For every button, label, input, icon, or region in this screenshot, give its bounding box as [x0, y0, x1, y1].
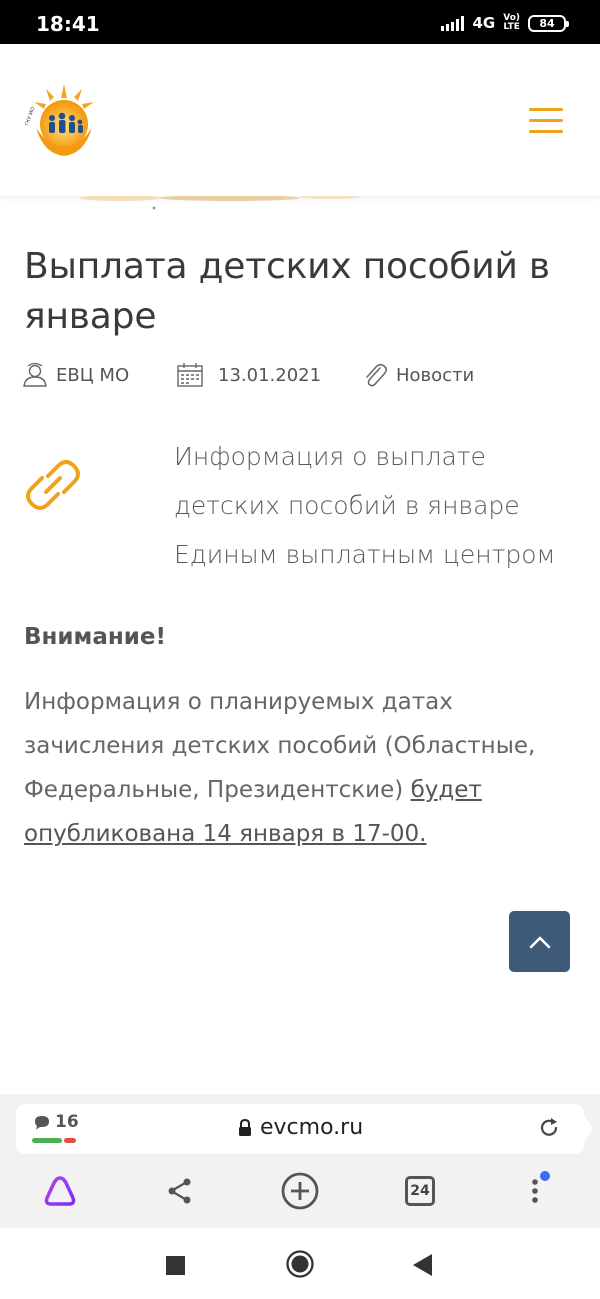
scroll-to-top-button[interactable]	[509, 911, 570, 972]
article-meta: ЕВЦ МО 13.01.2021 Новости	[22, 362, 582, 392]
user-icon	[23, 362, 47, 387]
system-nav-bar	[0, 1228, 600, 1299]
alice-assistant-button[interactable]	[30, 1166, 90, 1216]
site-header: ГКУ МО	[0, 44, 600, 196]
share-icon	[168, 1178, 191, 1204]
status-bar: 18:41 4G Vo) LTE 84	[0, 0, 600, 44]
square-icon	[166, 1256, 185, 1275]
battery-icon: 84	[528, 14, 569, 32]
alice-icon	[44, 1176, 76, 1206]
url-text: evcmo.ru	[260, 1115, 364, 1140]
battery-level: 84	[539, 16, 555, 30]
url-display[interactable]: evcmo.ru	[238, 1115, 363, 1140]
page-title: Выплата детских пособий в январе	[24, 246, 550, 337]
lock-icon	[239, 1118, 251, 1136]
lead-text: Информация о выплате детских пособий в я…	[174, 442, 556, 569]
comments-count: 16	[55, 1112, 79, 1132]
home-circle-icon	[286, 1250, 314, 1278]
category-link[interactable]: Новости	[396, 365, 474, 386]
body-paragraph: Информация о планируемых датах зачислени…	[24, 680, 584, 856]
article-lead: Информация о выплате детских пособий в я…	[0, 432, 600, 592]
back-button[interactable]	[413, 1254, 433, 1281]
tabs-count: 24	[405, 1176, 435, 1206]
meta-date: 13.01.2021	[176, 362, 321, 388]
calendar-icon	[177, 363, 203, 387]
meta-author[interactable]: ЕВЦ МО	[22, 362, 129, 388]
network-type: 4G	[472, 14, 496, 32]
meta-category[interactable]: Новости	[362, 362, 474, 388]
tabs-button[interactable]: 24	[390, 1166, 450, 1216]
status-time: 18:41	[36, 12, 100, 36]
back-triangle-icon	[413, 1254, 432, 1276]
status-icons: 4G Vo) LTE 84	[441, 13, 569, 32]
hamburger-menu-icon[interactable]	[529, 108, 563, 134]
reload-icon[interactable]	[538, 1117, 560, 1144]
publish-date: 13.01.2021	[218, 364, 322, 386]
comments-counter[interactable]: 16	[34, 1112, 79, 1132]
signal-icon	[441, 15, 465, 31]
chevron-up-icon	[529, 936, 550, 948]
evc-sun-family-logo-icon[interactable]: ГКУ МО	[22, 80, 106, 164]
svg-text:ГКУ МО: ГКУ МО	[24, 106, 36, 126]
new-tab-button[interactable]	[270, 1166, 330, 1216]
recent-apps-button[interactable]	[166, 1256, 185, 1280]
attention-heading: Внимание!	[24, 624, 166, 650]
paperclip-icon	[366, 363, 388, 387]
browser-menu-button[interactable]	[510, 1166, 570, 1216]
browser-bar: 16 evcmo.ru 24	[0, 1094, 600, 1228]
home-button[interactable]	[286, 1250, 314, 1283]
browser-toolbar: 24	[0, 1166, 600, 1226]
address-bar[interactable]: 16 evcmo.ru	[16, 1104, 593, 1154]
protect-indicator	[32, 1138, 76, 1143]
plus-circle-icon	[281, 1172, 319, 1210]
author-name: ЕВЦ МО	[56, 364, 130, 386]
link-icon	[20, 452, 86, 523]
volte-label: Vo) LTE	[503, 13, 520, 32]
more-vertical-icon	[532, 1171, 550, 1203]
notification-dot	[540, 1171, 550, 1181]
share-button[interactable]	[150, 1166, 210, 1216]
featured-image-remnant	[60, 196, 400, 210]
chat-bubble-icon	[35, 1115, 49, 1129]
